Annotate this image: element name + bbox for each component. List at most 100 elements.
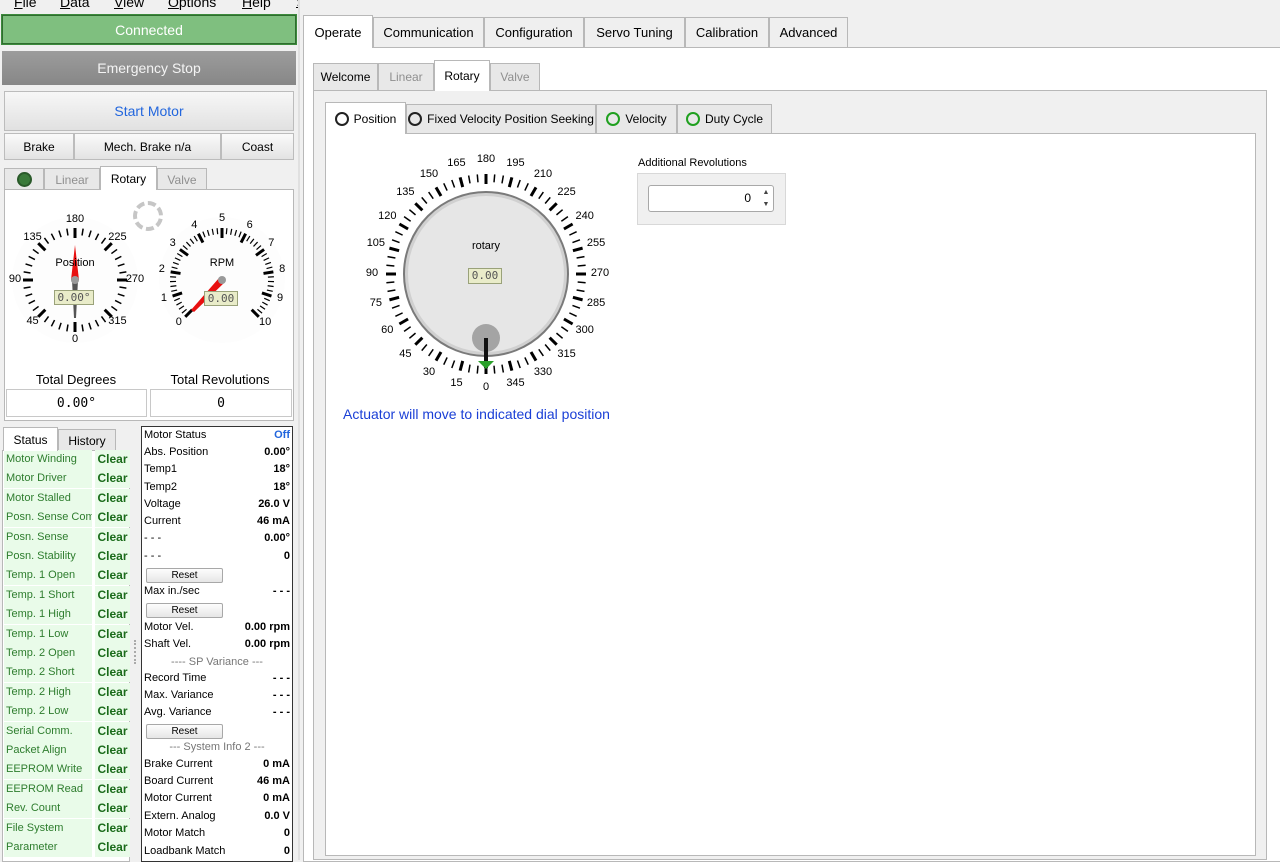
info-key: Loadbank Match <box>144 843 225 860</box>
tab-advanced[interactable]: Advanced <box>769 17 848 47</box>
tab-duty-cycle[interactable]: Duty Cycle <box>677 104 772 133</box>
panel-divider[interactable] <box>298 0 300 860</box>
radio-ring-icon <box>335 112 349 126</box>
spin-down-icon[interactable]: ▼ <box>760 199 772 210</box>
spin-up-icon[interactable]: ▲ <box>760 187 772 198</box>
status-row: Temp. 2 ShortClear <box>4 663 128 682</box>
status-name: Packet Align <box>4 741 92 760</box>
status-row: EEPROM ReadClear <box>4 780 128 799</box>
dial-tick-label: 75 <box>361 297 391 309</box>
dial-tick-label: 165 <box>441 157 471 169</box>
brake-button[interactable]: Brake <box>4 133 74 160</box>
status-row: Temp. 2 LowClear <box>4 702 128 721</box>
info-row: Abs. Position0.00° <box>144 444 290 461</box>
start-motor-button[interactable]: Start Motor <box>4 91 294 131</box>
tab-welcome[interactable]: Welcome <box>313 63 378 90</box>
info-row: Avg. Variance- - - <box>144 704 290 721</box>
dial-tick-label: 315 <box>552 348 582 360</box>
info-row: - - -0 <box>144 548 290 565</box>
info-row: Motor Match0 <box>144 825 290 842</box>
status-name: Motor Stalled <box>4 489 92 508</box>
info-value: Off <box>274 427 290 444</box>
menu-help[interactable]: Help <box>242 0 271 10</box>
tab-fixed-velocity[interactable]: Fixed Velocity Position Seeking <box>406 104 596 133</box>
total-degrees-value: 0.00° <box>6 389 147 417</box>
tab-velocity[interactable]: Velocity <box>596 104 677 133</box>
menu-view[interactable]: View <box>114 0 144 10</box>
info-key: Motor Current <box>144 790 212 807</box>
tab-rotary-left[interactable]: Rotary <box>100 166 157 190</box>
info-value: 18° <box>273 461 290 478</box>
dial-tick-label: 195 <box>501 157 531 169</box>
position-tick-label: 315 <box>102 315 132 327</box>
tab-rotary[interactable]: Rotary <box>434 60 490 91</box>
status-value: Clear <box>95 508 130 527</box>
radio-ring-icon <box>408 112 422 126</box>
status-name: Posn. Sense Com <box>4 508 92 527</box>
info-value: 0 <box>284 843 290 860</box>
dial-tick-label: 270 <box>585 267 615 279</box>
info-row: Temp1 18° <box>144 461 290 478</box>
connected-button[interactable]: Connected <box>2 15 296 44</box>
info-value: 26.0 V <box>258 496 290 513</box>
status-value: Clear <box>95 819 130 838</box>
status-value: Clear <box>95 760 130 779</box>
tab-status[interactable]: Status <box>3 427 58 451</box>
info-row: Brake Current0 mA <box>144 756 290 773</box>
status-name: Parameter <box>4 838 92 857</box>
reset-button[interactable]: Reset <box>146 568 223 583</box>
dial-tick-label: 135 <box>390 186 420 198</box>
tab-linear[interactable]: Linear <box>378 63 434 90</box>
info-value: - - - <box>273 704 290 721</box>
status-value: Clear <box>95 586 130 605</box>
status-row: Posn. Sense ComClear <box>4 508 128 527</box>
info-value: - - - <box>273 583 290 600</box>
info-key: Max in./sec <box>144 583 200 600</box>
position-gauge-title: Position <box>0 257 150 269</box>
status-name: Posn. Stability <box>4 547 92 566</box>
tab-gauge-icon[interactable] <box>4 168 44 190</box>
info-key: Temp1 <box>144 461 177 478</box>
reset-button[interactable]: Reset <box>146 603 223 618</box>
status-row: Packet AlignClear <box>4 741 128 760</box>
tab-history[interactable]: History <box>58 429 116 451</box>
status-name: Posn. Sense <box>4 528 92 547</box>
menu-file[interactable]: File <box>14 0 37 10</box>
reset-button[interactable]: Reset <box>146 724 223 739</box>
mech-brake-button[interactable]: Mech. Brake n/a <box>74 133 221 160</box>
tab-operate[interactable]: Operate <box>303 15 373 48</box>
splitter-handle[interactable] <box>134 640 137 664</box>
additional-revolutions-input[interactable]: 0 <box>648 185 774 212</box>
tab-configuration[interactable]: Configuration <box>484 17 584 47</box>
tab-calibration[interactable]: Calibration <box>685 17 769 47</box>
tab-communication[interactable]: Communication <box>373 17 484 47</box>
dial-tick-label: 90 <box>357 267 387 279</box>
status-value: Clear <box>95 605 130 624</box>
info-value: 0.00° <box>264 530 290 547</box>
status-name: Temp. 1 Short <box>4 586 92 605</box>
rpm-tick-label: 1 <box>149 292 179 304</box>
info-value: 0.00 rpm <box>245 636 290 653</box>
rpm-tick-label: 10 <box>250 316 280 328</box>
menu-options[interactable]: Options <box>168 0 216 10</box>
rpm-gauge <box>150 200 300 360</box>
tab-valve[interactable]: Valve <box>490 63 540 90</box>
status-row: Temp. 1 HighClear <box>4 605 128 624</box>
info-section-header: ---- SP Variance --- <box>144 656 290 668</box>
info-key: Voltage <box>144 496 181 513</box>
emergency-stop-button[interactable]: Emergency Stop <box>2 51 296 85</box>
status-name: Temp. 2 High <box>4 683 92 702</box>
status-value: Clear <box>95 489 130 508</box>
info-key: Motor Match <box>144 825 205 842</box>
dial-tick-label: 45 <box>390 348 420 360</box>
tab-valve-left[interactable]: Valve <box>157 168 207 190</box>
total-revolutions-label: Total Revolutions <box>148 372 292 387</box>
tab-servo-tuning[interactable]: Servo Tuning <box>584 17 685 47</box>
menu-data[interactable]: Data <box>60 0 90 10</box>
tab-linear-left[interactable]: Linear <box>44 168 100 190</box>
info-row: Record Time- - - <box>144 670 290 687</box>
tab-position[interactable]: Position <box>325 102 406 134</box>
status-name: Motor Driver <box>4 469 92 488</box>
status-value: Clear <box>95 683 130 702</box>
coast-button[interactable]: Coast <box>221 133 294 160</box>
